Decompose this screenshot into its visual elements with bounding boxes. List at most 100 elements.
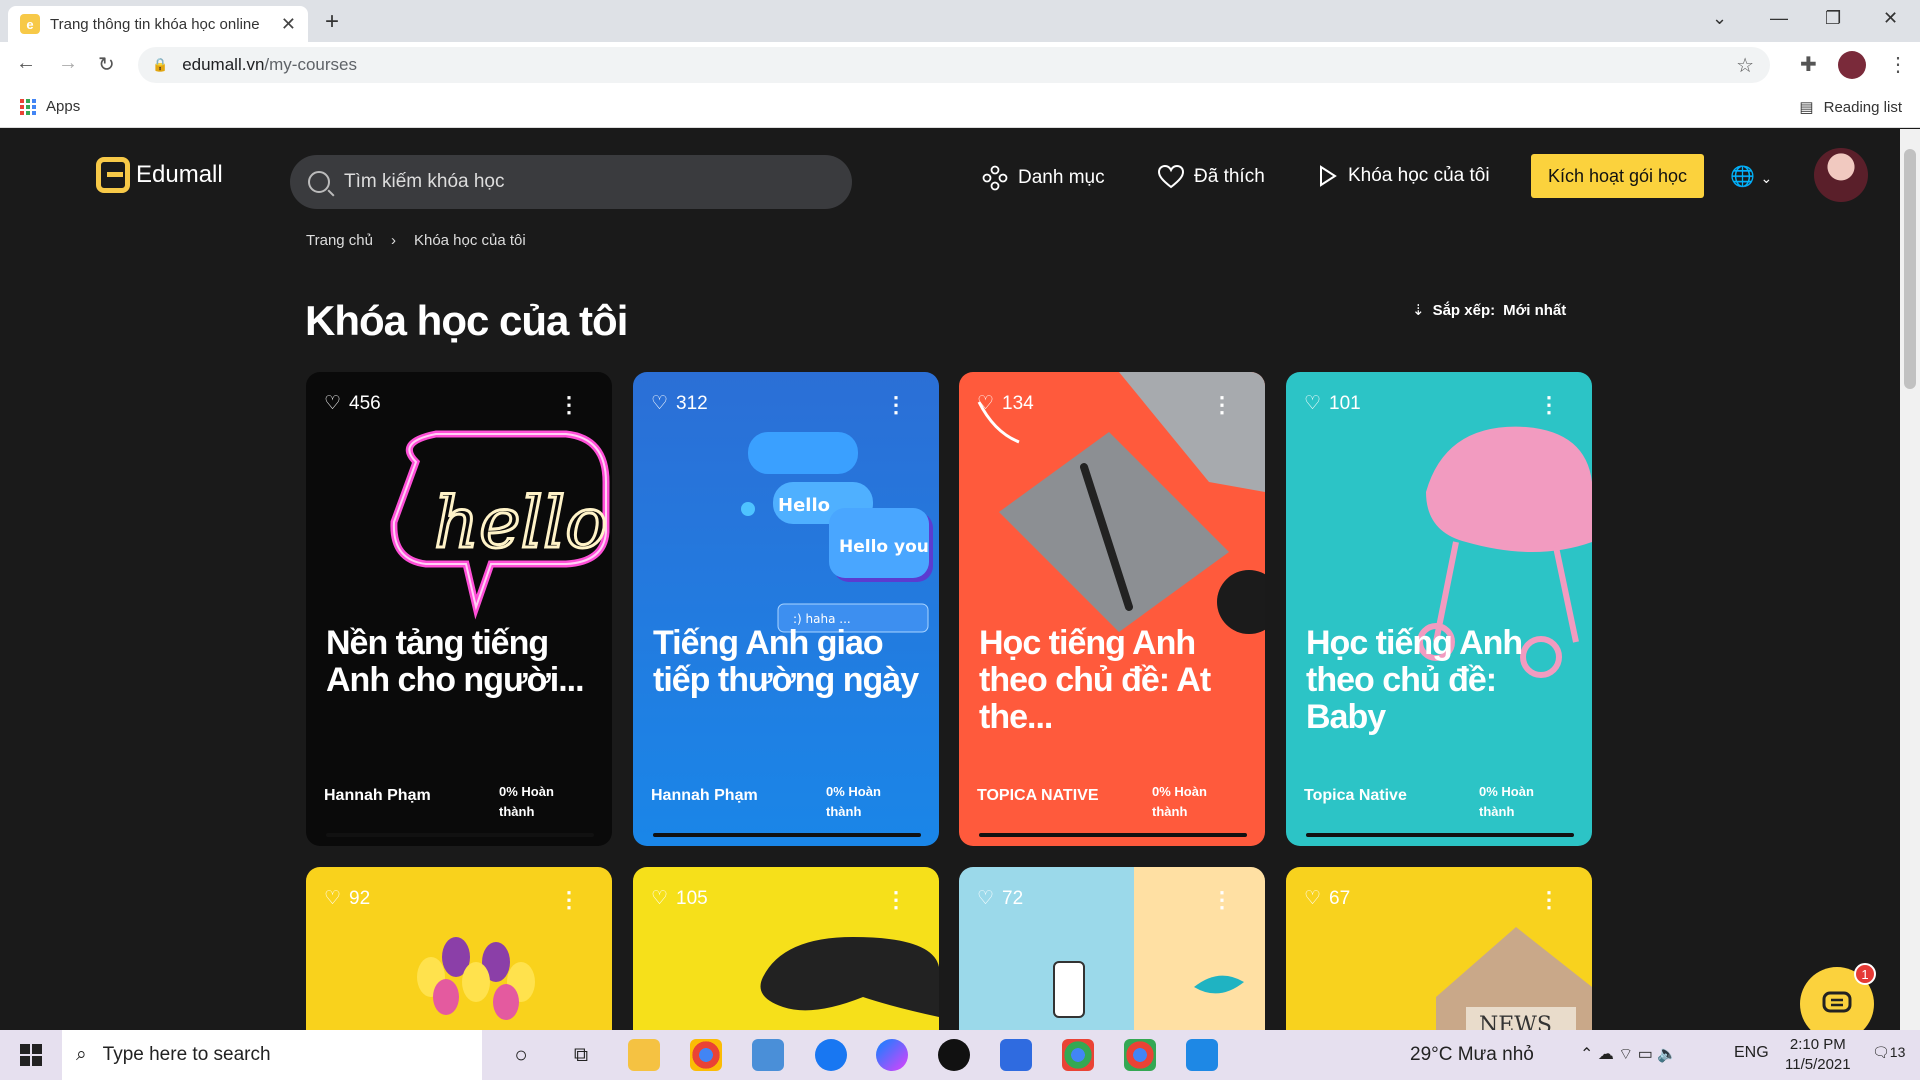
like-count-value: 134 <box>1002 392 1034 414</box>
bookmark-star-icon[interactable]: ☆ <box>1736 53 1754 78</box>
taskbar-search[interactable]: ⌕ Type here to search <box>62 1030 482 1080</box>
forward-icon[interactable]: → <box>58 52 78 75</box>
url-path: /my-courses <box>264 55 357 74</box>
tray-icons[interactable]: ⌃ ☁ ⌔ ▭ 🔈 <box>1580 1044 1677 1064</box>
like-count-value: 101 <box>1329 392 1361 414</box>
nav-liked[interactable]: Đã thích <box>1158 165 1265 189</box>
more-options-icon[interactable]: ⋮ <box>885 887 907 913</box>
course-thumbnail <box>1286 372 1592 846</box>
scrollbar-thumb[interactable] <box>1904 149 1916 389</box>
clock-time: 2:10 PM <box>1789 1036 1846 1053</box>
course-title: Tiếng Anh giao tiếp thường ngày <box>653 624 919 699</box>
browser-tab[interactable]: e Trang thông tin khóa học online ✕ <box>8 6 308 42</box>
course-card[interactable]: NEWS ♡ 67 ⋮ <box>1286 867 1592 1030</box>
more-options-icon[interactable]: ⋮ <box>558 392 580 418</box>
like-count-value: 456 <box>349 392 381 414</box>
more-options-icon[interactable]: ⋮ <box>1211 887 1233 913</box>
course-card[interactable]: ♡ 101 ⋮ Học tiếng Anh theo chủ đề: Baby T… <box>1286 372 1592 846</box>
sort-control[interactable]: ⇣ Sắp xếp: Mới nhất <box>1412 301 1566 320</box>
language-indicator[interactable]: ENG <box>1734 1044 1769 1062</box>
windows-start-icon[interactable] <box>20 1044 42 1072</box>
vscode-icon[interactable] <box>1186 1039 1218 1071</box>
reading-list[interactable]: ▤ Reading list <box>1799 98 1902 117</box>
tiktok-icon[interactable] <box>938 1039 970 1071</box>
more-options-icon[interactable]: ⋮ <box>885 392 907 418</box>
chrome-profile-icon[interactable] <box>1062 1039 1094 1071</box>
bubble-hello-text: Hello <box>778 495 830 516</box>
facebook-icon[interactable] <box>815 1039 847 1071</box>
edumall-logo[interactable]: Edumall <box>96 157 223 193</box>
notification-center[interactable]: 🗨13 <box>1872 1044 1905 1061</box>
like-count[interactable]: ♡ 456 <box>324 392 381 415</box>
like-count[interactable]: ♡ 67 <box>1304 887 1350 910</box>
like-count[interactable]: ♡ 105 <box>651 887 708 910</box>
like-count-value: 92 <box>349 887 371 909</box>
like-count-value: 72 <box>1002 887 1024 909</box>
user-avatar[interactable] <box>1814 148 1868 202</box>
chrome-icon[interactable] <box>690 1039 722 1071</box>
zoom-icon[interactable] <box>1000 1039 1032 1071</box>
weather-text: 29°C Mưa nhỏ <box>1410 1044 1534 1065</box>
course-author: Topica Native <box>1304 787 1407 804</box>
like-count[interactable]: ♡ 101 <box>1304 392 1361 415</box>
logo-text: Edumall <box>136 161 223 188</box>
course-card[interactable]: ♡ 92 ⋮ <box>306 867 612 1030</box>
file-explorer-icon[interactable] <box>628 1039 660 1071</box>
like-count[interactable]: ♡ 312 <box>651 392 708 415</box>
more-options-icon[interactable]: ⋮ <box>1538 392 1560 418</box>
like-count-value: 67 <box>1329 887 1351 909</box>
close-tab-icon[interactable]: ✕ <box>281 14 296 35</box>
globe-icon: 🌐 <box>1730 166 1755 188</box>
close-window-icon[interactable]: ✕ <box>1883 8 1898 29</box>
language-selector[interactable]: 🌐 ⌄ <box>1730 164 1772 189</box>
profile-avatar[interactable] <box>1838 51 1866 79</box>
course-card[interactable]: hello ♡ 456 ⋮ Nền tảng tiếng Anh cho ngườ… <box>306 372 612 846</box>
course-search <box>290 155 852 209</box>
like-count[interactable]: ♡ 92 <box>324 887 370 910</box>
clock-date: 11/5/2021 <box>1785 1056 1851 1073</box>
back-icon[interactable]: ← <box>16 52 36 75</box>
tab-search-icon[interactable]: ⌄ <box>1712 8 1727 29</box>
search-input[interactable] <box>344 171 804 193</box>
restore-icon[interactable]: ❐ <box>1825 8 1841 29</box>
minimize-icon[interactable]: — <box>1770 8 1788 29</box>
course-card[interactable]: ♡ 105 ⋮ <box>633 867 939 1030</box>
course-thumbnail: Hello Hello you :) haha ... <box>633 372 939 846</box>
new-tab-icon[interactable]: + <box>325 8 339 36</box>
clock[interactable]: 2:10 PM 11/5/2021 <box>1785 1035 1851 1075</box>
sort-icon: ⇣ <box>1412 302 1425 319</box>
course-progress: 0% Hoàn thành <box>826 784 881 819</box>
course-card[interactable]: ♡ 72 ⋮ <box>959 867 1265 1030</box>
cortana-icon[interactable]: ○ <box>505 1039 537 1071</box>
course-card[interactable]: ♡ 134 ⋮ Học tiếng Anh theo chủ đề: At the… <box>959 372 1265 846</box>
breadcrumb-home[interactable]: Trang chủ <box>306 232 373 249</box>
messenger-icon[interactable] <box>876 1039 908 1071</box>
browser-menu-icon[interactable]: ⋮ <box>1888 52 1908 77</box>
apps-shortcut[interactable]: Apps <box>20 98 80 115</box>
notification-icon: 🗨 <box>1872 1044 1890 1060</box>
nav-my-courses[interactable]: Khóa học của tôi <box>1318 165 1490 187</box>
course-author: Hannah Phạm <box>324 787 431 804</box>
activate-package-button[interactable]: Kích hoạt gói học <box>1531 154 1704 198</box>
nav-categories[interactable]: Danh mục <box>982 165 1105 191</box>
like-count[interactable]: ♡ 72 <box>977 887 1023 910</box>
taskbar-search-placeholder: Type here to search <box>102 1044 271 1065</box>
course-card[interactable]: Hello Hello you :) haha ... ♡ 312 ⋮ Tiếng… <box>633 372 939 846</box>
like-count[interactable]: ♡ 134 <box>977 392 1034 415</box>
heart-icon: ♡ <box>651 393 669 414</box>
page-scrollbar[interactable] <box>1900 129 1920 1030</box>
remote-desktop-icon[interactable] <box>752 1039 784 1071</box>
weather-widget[interactable]: 29°C Mưa nhỏ <box>1410 1044 1534 1066</box>
address-bar[interactable]: 🔒 edumall.vn/my-courses ☆ <box>138 47 1770 83</box>
more-options-icon[interactable]: ⋮ <box>1211 392 1233 418</box>
extensions-icon[interactable]: ✚ <box>1800 52 1817 77</box>
course-title: Học tiếng Anh theo chủ đề: At the... <box>979 624 1211 736</box>
chat-icon <box>1822 991 1852 1013</box>
bubble-hello-you-text: Hello you <box>839 537 929 557</box>
more-options-icon[interactable]: ⋮ <box>1538 887 1560 913</box>
more-options-icon[interactable]: ⋮ <box>558 887 580 913</box>
chrome-profile-2-icon[interactable] <box>1124 1039 1156 1071</box>
chat-button[interactable]: 1 <box>1800 963 1876 1030</box>
task-view-icon[interactable]: ⧉ <box>565 1039 597 1071</box>
reload-icon[interactable]: ↻ <box>98 52 115 77</box>
